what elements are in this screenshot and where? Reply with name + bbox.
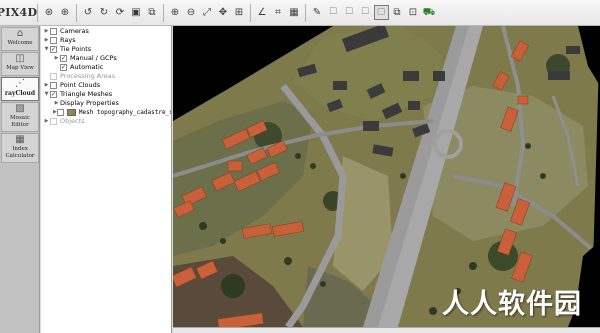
layer-checkbox[interactable]	[50, 73, 57, 80]
app-logo: PIX4D	[0, 6, 38, 19]
status-bar	[173, 327, 600, 333]
polyline-icon[interactable]: ∠	[255, 5, 270, 20]
layer-checkbox[interactable]: ✓	[50, 91, 57, 98]
box-active-icon[interactable]: ▢	[373, 5, 389, 20]
layer-checkbox[interactable]: ✓	[60, 55, 67, 62]
sidebar-item-label: Map View	[6, 65, 34, 71]
box-2-icon[interactable]: ☐	[342, 5, 357, 20]
layer-row-point-clouds[interactable]: ▶ Point Clouds	[41, 81, 171, 90]
layer-checkbox[interactable]	[50, 28, 57, 35]
app-window: PIX4D ⊛ ⊕ ↺ ↻ ⟳ ▣ ⧉ ⊕ ⊖ ⤢ ✥ ⊞ ∠ ⌗ ▦ ✎ ☐ ☐ ☐ ▢ ⧉ ⊡ ⛟ ⌂ Welcome ◫ M…	[0, 0, 600, 333]
zoom-in-icon[interactable]: ⊕	[168, 5, 183, 20]
sidebar-item-label: Mosaic Editor	[10, 115, 30, 128]
expand-right-icon[interactable]: ▶	[43, 36, 50, 45]
layer-label: Rays	[60, 36, 76, 44]
measure-icon[interactable]: ⊞	[232, 5, 247, 20]
toolbar-separator	[163, 3, 164, 22]
layer-checkbox[interactable]	[50, 118, 57, 125]
layer-label: Point Clouds	[60, 81, 101, 89]
layer-checkbox[interactable]: ✓	[50, 46, 57, 53]
toolbar-separator	[37, 3, 38, 22]
map-icon: ◫	[15, 53, 25, 64]
layer-row-cameras[interactable]: ▶ Cameras	[41, 27, 171, 36]
toolbar-separator	[305, 3, 306, 22]
grid-icon[interactable]: ▦	[287, 5, 302, 20]
index-icon: ▦	[15, 134, 25, 145]
export-icon[interactable]: ⊡	[406, 5, 421, 20]
sidebar-item-raycloud[interactable]: ⋰ rayCloud	[1, 77, 39, 101]
crosshair-icon[interactable]: ⊕	[58, 5, 73, 20]
view-all-icon[interactable]: ⊛	[42, 5, 57, 20]
layer-row-display-properties[interactable]: ▶ Display Properties	[41, 99, 171, 108]
brush-icon[interactable]: ✎	[310, 5, 325, 20]
layer-label: Objects	[60, 117, 85, 125]
expand-down-icon[interactable]: ▼	[43, 90, 50, 99]
layer-row-mesh-topography-cadastre-swi[interactable]: ▶ Mesh topography_cadastre_swi	[41, 108, 171, 117]
sidebar-item-mosaic-editor[interactable]: ▧ Mosaic Editor	[1, 102, 39, 132]
rotate-right-icon[interactable]: ↻	[97, 5, 112, 20]
expand-down-icon[interactable]: ▼	[43, 45, 50, 54]
sidebar-item-map-view[interactable]: ◫ Map View	[1, 52, 39, 76]
load-view-icon[interactable]: ⧉	[145, 5, 160, 20]
layer-label: Mesh topography_cadastre_swi	[78, 109, 171, 116]
layer-label: Tie Points	[60, 45, 92, 53]
volume-icon[interactable]: ⌗	[271, 5, 286, 20]
toolbar-buttons: ⊛ ⊕ ↺ ↻ ⟳ ▣ ⧉ ⊕ ⊖ ⤢ ✥ ⊞ ∠ ⌗ ▦ ✎ ☐ ☐ ☐ ▢ ⧉ ⊡ ⛟	[41, 3, 437, 22]
layer-checkbox[interactable]	[50, 37, 57, 44]
layer-checkbox[interactable]	[56, 109, 64, 116]
sidebar-item-label: Welcome	[7, 40, 33, 46]
sidebar-item-welcome[interactable]: ⌂ Welcome	[1, 27, 39, 51]
fit-icon[interactable]: ✥	[216, 5, 231, 20]
layer-label: Display Properties	[60, 99, 119, 107]
layer-checkbox[interactable]	[50, 82, 57, 89]
layer-row-rays[interactable]: ▶ Rays	[41, 36, 171, 45]
expand-right-icon[interactable]: ▶	[43, 117, 50, 126]
sidebar-item-label: rayCloud	[4, 90, 36, 97]
toolbar-separator	[76, 3, 77, 22]
expand-right-icon[interactable]: ▶	[43, 81, 50, 90]
zoom-out-icon[interactable]: ⊖	[184, 5, 199, 20]
raycloud-icon: ⋰	[15, 78, 25, 89]
toolbar: PIX4D ⊛ ⊕ ↺ ↻ ⟳ ▣ ⧉ ⊕ ⊖ ⤢ ✥ ⊞ ∠ ⌗ ▦ ✎ ☐ ☐ ☐ ▢ ⧉ ⊡ ⛟	[0, 0, 600, 26]
mosaic-icon: ▧	[15, 103, 25, 114]
refresh-icon[interactable]: ⟳	[113, 5, 128, 20]
expand-right-icon[interactable]: ▶	[43, 27, 50, 36]
box-1-icon[interactable]: ☐	[326, 5, 341, 20]
sidebar-item-label: Index Calculator	[5, 146, 35, 159]
layer-label: Manual / GCPs	[70, 54, 117, 62]
box-3-icon[interactable]: ☐	[358, 5, 373, 20]
zoom-extent-icon[interactable]: ⤢	[200, 5, 215, 20]
layer-label: Triangle Meshes	[60, 90, 113, 98]
layer-row-processing-areas[interactable]: Processing Areas	[41, 72, 171, 81]
expand-right-icon[interactable]: ▶	[53, 54, 60, 63]
sidebar: ⌂ Welcome ◫ Map View ⋰ rayCloud ▧ Mosaic Editor…	[0, 26, 40, 333]
expand-right-icon[interactable]: ▶	[53, 99, 60, 108]
toolbar-separator	[250, 3, 251, 22]
layer-label: Automatic	[70, 63, 104, 71]
layer-row-triangle-meshes[interactable]: ▼ ✓ Triangle Meshes	[41, 90, 171, 99]
raycloud-3d-view[interactable]: 人人软件园	[173, 26, 600, 327]
layers-panel: ▶ Cameras ▶ Rays ▼ ✓ Tie Points ▶ ✓ Manual / GCPs…	[41, 26, 172, 333]
layers-icon[interactable]: ⧉	[390, 5, 405, 20]
flythrough-icon[interactable]: ⛟	[422, 5, 437, 20]
layer-row-automatic[interactable]: ✓ Automatic	[41, 63, 171, 72]
home-icon: ⌂	[16, 28, 24, 39]
rotate-left-icon[interactable]: ↺	[81, 5, 96, 20]
watermark-text: 人人软件园	[442, 289, 582, 320]
layer-row-objects[interactable]: ▶ Objects	[41, 117, 171, 126]
layer-label: Cameras	[60, 27, 89, 35]
layer-row-manual-gcps[interactable]: ▶ ✓ Manual / GCPs	[41, 54, 171, 63]
mesh-icon	[66, 109, 76, 116]
sidebar-item-index-calculator[interactable]: ▦ Index Calculator	[1, 133, 39, 163]
layer-label: Processing Areas	[60, 72, 116, 80]
layer-checkbox[interactable]: ✓	[60, 64, 67, 71]
save-view-icon[interactable]: ▣	[129, 5, 144, 20]
layer-row-tie-points[interactable]: ▼ ✓ Tie Points	[41, 45, 171, 54]
